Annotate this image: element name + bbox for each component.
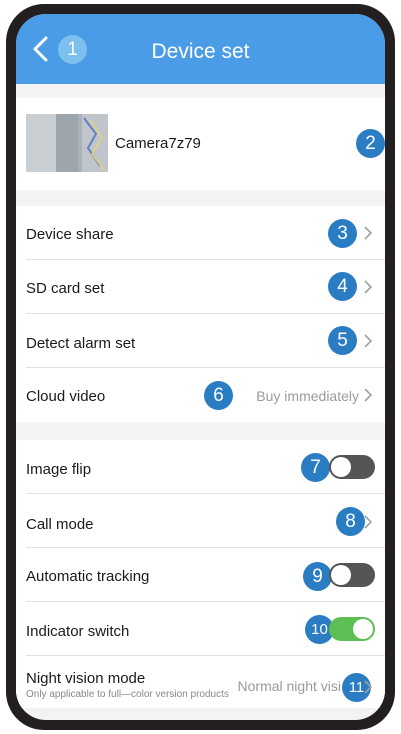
device-thumbnail	[26, 114, 108, 172]
menu-item-image-flip: Image flip 7	[16, 440, 385, 494]
automatic-tracking-toggle[interactable]	[329, 563, 375, 587]
menu-item-label: SD card set	[26, 280, 105, 297]
callout-badge: 9	[303, 562, 332, 591]
menu-item-label: Indicator switch	[26, 623, 130, 640]
menu-item-night-vision-mode[interactable]: Night vision mode Only applicable to ful…	[16, 656, 385, 708]
menu-item-label: Call mode	[26, 516, 94, 533]
menu-item-label: Image flip	[26, 461, 92, 478]
callout-badge: 8	[336, 507, 365, 536]
menu-item-label: Cloud video	[26, 388, 106, 405]
menu-item-label: Automatic tracking	[26, 568, 150, 585]
chevron-right-icon	[364, 280, 373, 294]
menu-item-indicator-switch: Indicator switch 10	[16, 602, 385, 656]
callout-badge: 4	[328, 272, 357, 301]
chevron-right-icon	[364, 515, 373, 529]
callout-badge: 3	[328, 219, 357, 248]
callout-badge: 6	[204, 381, 233, 410]
menu-item-sd-card-set[interactable]: SD card set 4	[16, 260, 385, 314]
chevron-right-icon	[364, 388, 373, 402]
menu-item-device-share[interactable]: Device share 3	[16, 206, 385, 260]
device-item[interactable]: Camera7z79 2	[16, 98, 385, 190]
menu-item-label: Device share	[26, 226, 114, 243]
menu-item-label: Night vision mode	[26, 670, 146, 687]
phone-frame: 1 Device set Camera7z79 2 Device share 3…	[6, 4, 395, 730]
chevron-right-icon	[364, 334, 373, 348]
chevron-right-icon	[364, 680, 373, 694]
chevron-right-icon	[364, 226, 373, 240]
cloud-video-value: Buy immediately	[256, 388, 359, 404]
image-flip-toggle[interactable]	[329, 455, 375, 479]
menu-item-detect-alarm-set[interactable]: Detect alarm set 5	[16, 314, 385, 368]
menu-item-subtitle: Only applicable to full—color version pr…	[26, 689, 229, 700]
callout-badge: 2	[356, 129, 385, 158]
page-title: Device set	[151, 40, 250, 63]
device-name: Camera7z79	[115, 135, 201, 152]
menu-item-cloud-video[interactable]: Cloud video 6 Buy immediately	[16, 368, 385, 422]
menu-item-call-mode[interactable]: Call mode 8	[16, 494, 385, 548]
menu-item-label: Detect alarm set	[26, 335, 136, 352]
callout-badge: 5	[328, 326, 357, 355]
menu-item-automatic-tracking: Automatic tracking 9	[16, 548, 385, 602]
callout-badge: 7	[301, 453, 330, 482]
header: 1 Device set	[16, 14, 385, 84]
screen: 1 Device set Camera7z79 2 Device share 3…	[16, 14, 385, 720]
night-vision-value: Normal night visi	[237, 678, 341, 694]
indicator-switch-toggle[interactable]	[329, 617, 375, 641]
